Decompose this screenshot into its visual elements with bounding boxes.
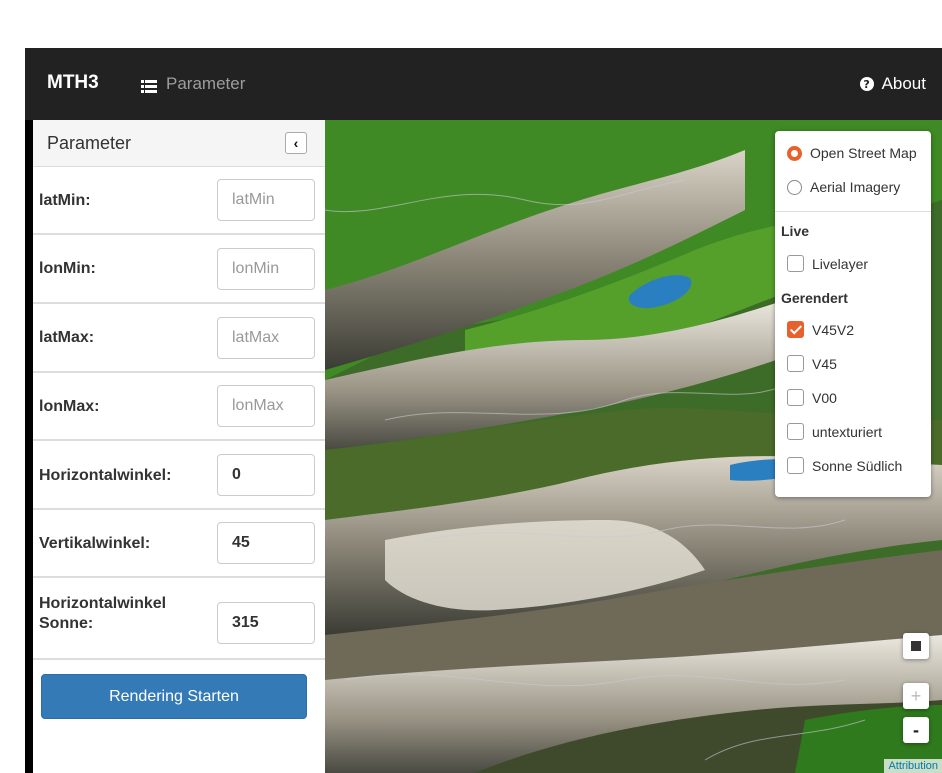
minus-icon: - [913,719,919,740]
nav-parameter-link[interactable]: Parameter [141,74,245,94]
stop-icon [911,641,921,651]
collapse-sidebar-button[interactable]: ‹ [285,132,307,154]
zoom-in-button[interactable]: + [903,683,929,709]
navbar: MTH3 Parameter ? About [25,48,942,120]
gerendert-heading: Gerendert [781,290,848,306]
checkbox-checked-icon[interactable] [787,321,804,338]
field-row-horizontalwinkel: Horizontalwinkel: [33,441,325,510]
latmax-input[interactable] [217,317,315,359]
app-window: MTH3 Parameter ? About Parameter ‹ latMi… [25,48,942,773]
vertikalwinkel-input[interactable] [217,522,315,564]
field-row-latmin: latMin: [33,167,325,235]
layer-label: Sonne Südlich [812,457,903,474]
layer-label: untexturiert [812,423,883,440]
field-label: Horizontalwinkel: [39,467,172,484]
chevron-left-icon: ‹ [293,135,299,151]
lonmax-input[interactable] [217,385,315,427]
layer-label: Open Street Map [810,145,917,161]
layer-label: V45V2 [812,321,855,338]
sidebar-header: Parameter ‹ [33,120,325,167]
lonmin-input[interactable] [217,248,315,290]
sidebar-title: Parameter [47,133,132,153]
overlay-v45[interactable]: V45 [787,355,837,372]
layer-label: Livelayer [812,255,869,272]
list-icon [141,78,157,93]
brand-title[interactable]: MTH3 [47,72,99,94]
divider [775,211,931,212]
attribution-link[interactable]: Attribution [884,759,942,773]
map-view[interactable]: Open Street Map Aerial Imagery Live Live… [325,120,942,773]
checkbox-icon[interactable] [787,423,804,440]
radio-icon[interactable] [787,179,802,195]
checkbox-icon[interactable] [787,355,804,372]
live-heading: Live [781,223,810,239]
nav-about-label: About [881,74,926,93]
overlay-untexturiert[interactable]: untexturiert [787,423,882,440]
radio-selected-icon[interactable] [787,145,802,161]
layer-switcher-panel: Open Street Map Aerial Imagery Live Live… [775,131,931,497]
field-row-latmax: latMax: [33,304,325,373]
checkbox-icon[interactable] [787,389,804,406]
question-circle-icon: ? [859,77,874,91]
base-layer-aerial[interactable]: Aerial Imagery [787,179,900,195]
overlay-v45v2[interactable]: V45V2 [787,321,854,338]
nav-parameter-label: Parameter [166,74,246,93]
overlay-v00[interactable]: V00 [787,389,837,406]
stop-button[interactable] [903,633,929,659]
latmin-input[interactable] [217,179,315,221]
field-label: lonMin: [39,260,96,277]
plus-icon: + [910,685,922,706]
nav-about-link[interactable]: ? About [859,74,926,94]
checkbox-icon[interactable] [787,457,804,474]
base-layer-osm[interactable]: Open Street Map [787,145,917,161]
field-label: latMin: [39,192,91,209]
rendering-starten-button[interactable]: Rendering Starten [41,674,307,719]
field-label: lonMax: [39,398,100,415]
horizontalwinkel-sonne-input[interactable] [217,602,315,644]
overlay-livelayer[interactable]: Livelayer [787,255,868,272]
layer-label: V00 [812,389,837,406]
field-row-lonmax: lonMax: [33,373,325,441]
parameter-sidebar: Parameter ‹ latMin: lonMin: latMax: lonM… [33,120,325,773]
checkbox-icon[interactable] [787,255,804,272]
field-label: latMax: [39,329,95,346]
field-label: Vertikalwinkel: [39,535,151,552]
field-label: Horizontalwinkel Sonne: [39,595,167,632]
layer-label: Aerial Imagery [810,179,901,195]
layer-label: V45 [812,355,837,372]
zoom-out-button[interactable]: - [903,717,929,743]
field-row-lonmin: lonMin: [33,235,325,304]
field-row-horizontalwinkel-sonne: Horizontalwinkel Sonne: [33,578,325,660]
horizontalwinkel-input[interactable] [217,454,315,496]
field-row-vertikalwinkel: Vertikalwinkel: [33,510,325,578]
overlay-sonne-suedlich[interactable]: Sonne Südlich [787,457,902,474]
